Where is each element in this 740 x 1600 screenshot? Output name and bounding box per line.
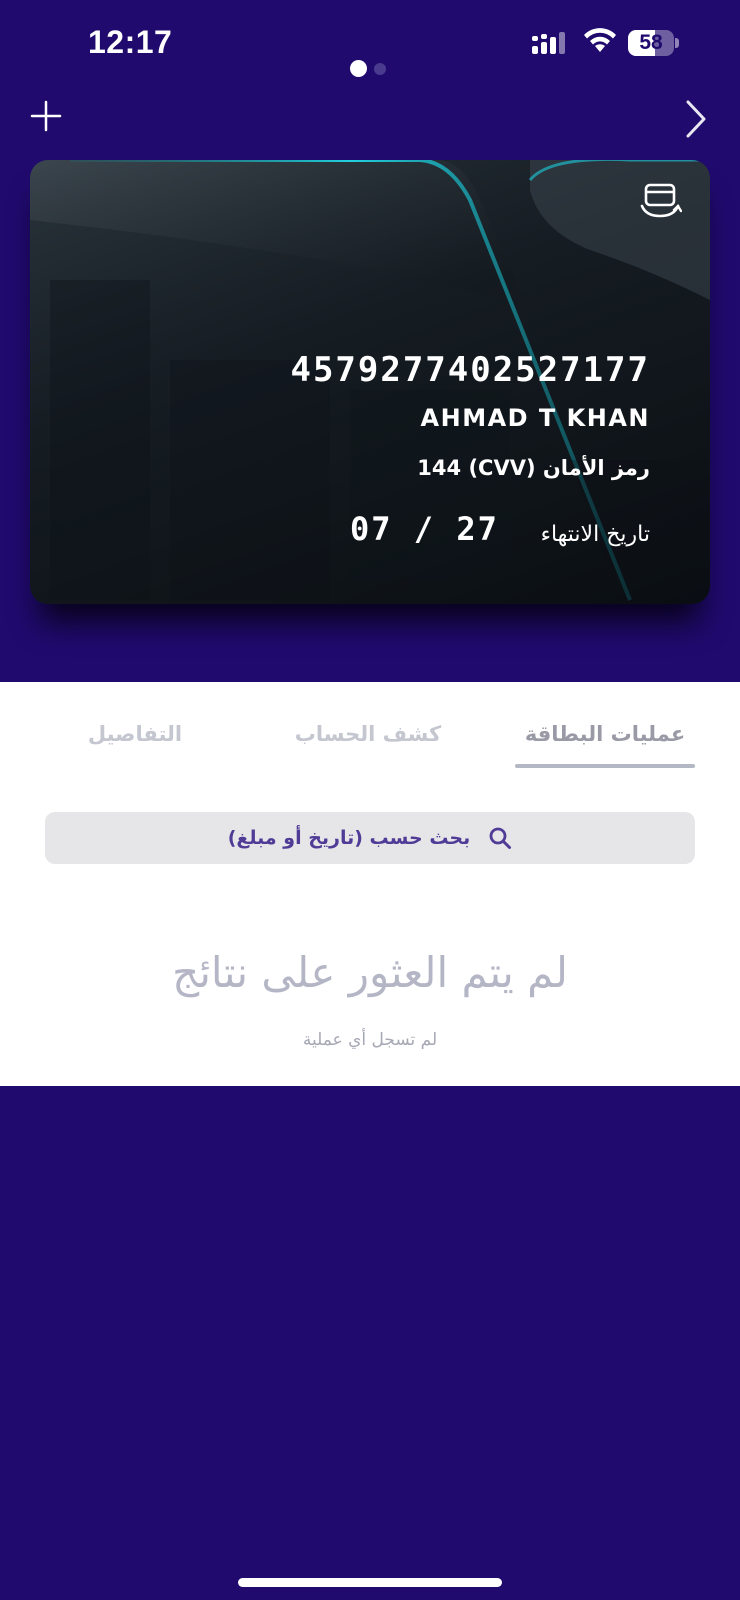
page-dot-active[interactable]	[350, 60, 367, 77]
battery-indicator: 58	[628, 30, 679, 56]
wifi-icon	[584, 28, 616, 52]
card-details-screen: 12:17 58 4579277402527177 AHMAD T KHAN ر…	[0, 0, 740, 1600]
empty-state-title: لم يتم العثور على نتائج	[172, 948, 568, 997]
expiry-value: 07 / 27	[350, 510, 499, 548]
search-input[interactable]: بحث حسب (تاريخ أو مبلغ)	[45, 812, 695, 864]
cvv-label: رمز الأمان (CVV)	[468, 456, 650, 480]
status-time: 12:17	[88, 24, 173, 60]
home-indicator[interactable]	[238, 1578, 502, 1587]
card-holder-name: AHMAD T KHAN	[420, 404, 650, 432]
empty-state-subtitle: لم تسجل أي عملية	[302, 1030, 438, 1050]
transactions-panel: عمليات البطاقة كشف الحساب التفاصيل بحث ح…	[0, 682, 740, 1086]
card-cvv: رمز الأمان (CVV) 144	[417, 456, 650, 480]
expiry-label: تاريخ الانتهاء	[540, 522, 650, 547]
payment-card[interactable]: 4579277402527177 AHMAD T KHAN رمز الأمان…	[30, 160, 710, 604]
tab-account-statement[interactable]: كشف الحساب	[278, 722, 458, 762]
card-number: 4579277402527177	[290, 350, 650, 390]
cellular-signal-icon	[532, 32, 565, 54]
card-flip-icon[interactable]	[638, 182, 682, 222]
page-indicator[interactable]	[350, 60, 390, 78]
tab-details[interactable]: التفاصيل	[60, 722, 210, 762]
chevron-right-icon[interactable]	[680, 98, 710, 140]
search-placeholder: بحث حسب (تاريخ أو مبلغ)	[227, 827, 471, 849]
active-tab-indicator	[515, 764, 695, 768]
tab-card-operations[interactable]: عمليات البطاقة	[515, 722, 695, 762]
search-icon	[489, 827, 512, 849]
battery-level: 58	[639, 31, 663, 54]
cvv-value: 144	[417, 456, 462, 480]
plus-icon[interactable]	[28, 98, 64, 134]
page-dot-inactive[interactable]	[374, 63, 386, 75]
